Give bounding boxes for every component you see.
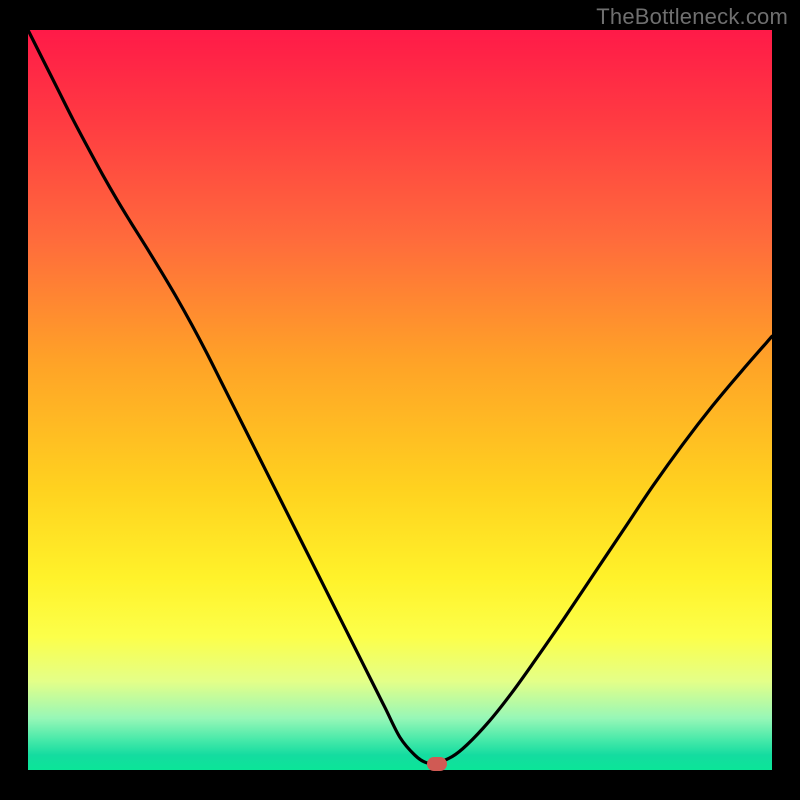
minimum-marker xyxy=(427,757,447,771)
plot-area xyxy=(28,30,772,770)
chart-frame: TheBottleneck.com xyxy=(0,0,800,800)
bottleneck-curve xyxy=(28,30,772,763)
watermark-text: TheBottleneck.com xyxy=(596,4,788,30)
curve-svg xyxy=(28,30,772,770)
